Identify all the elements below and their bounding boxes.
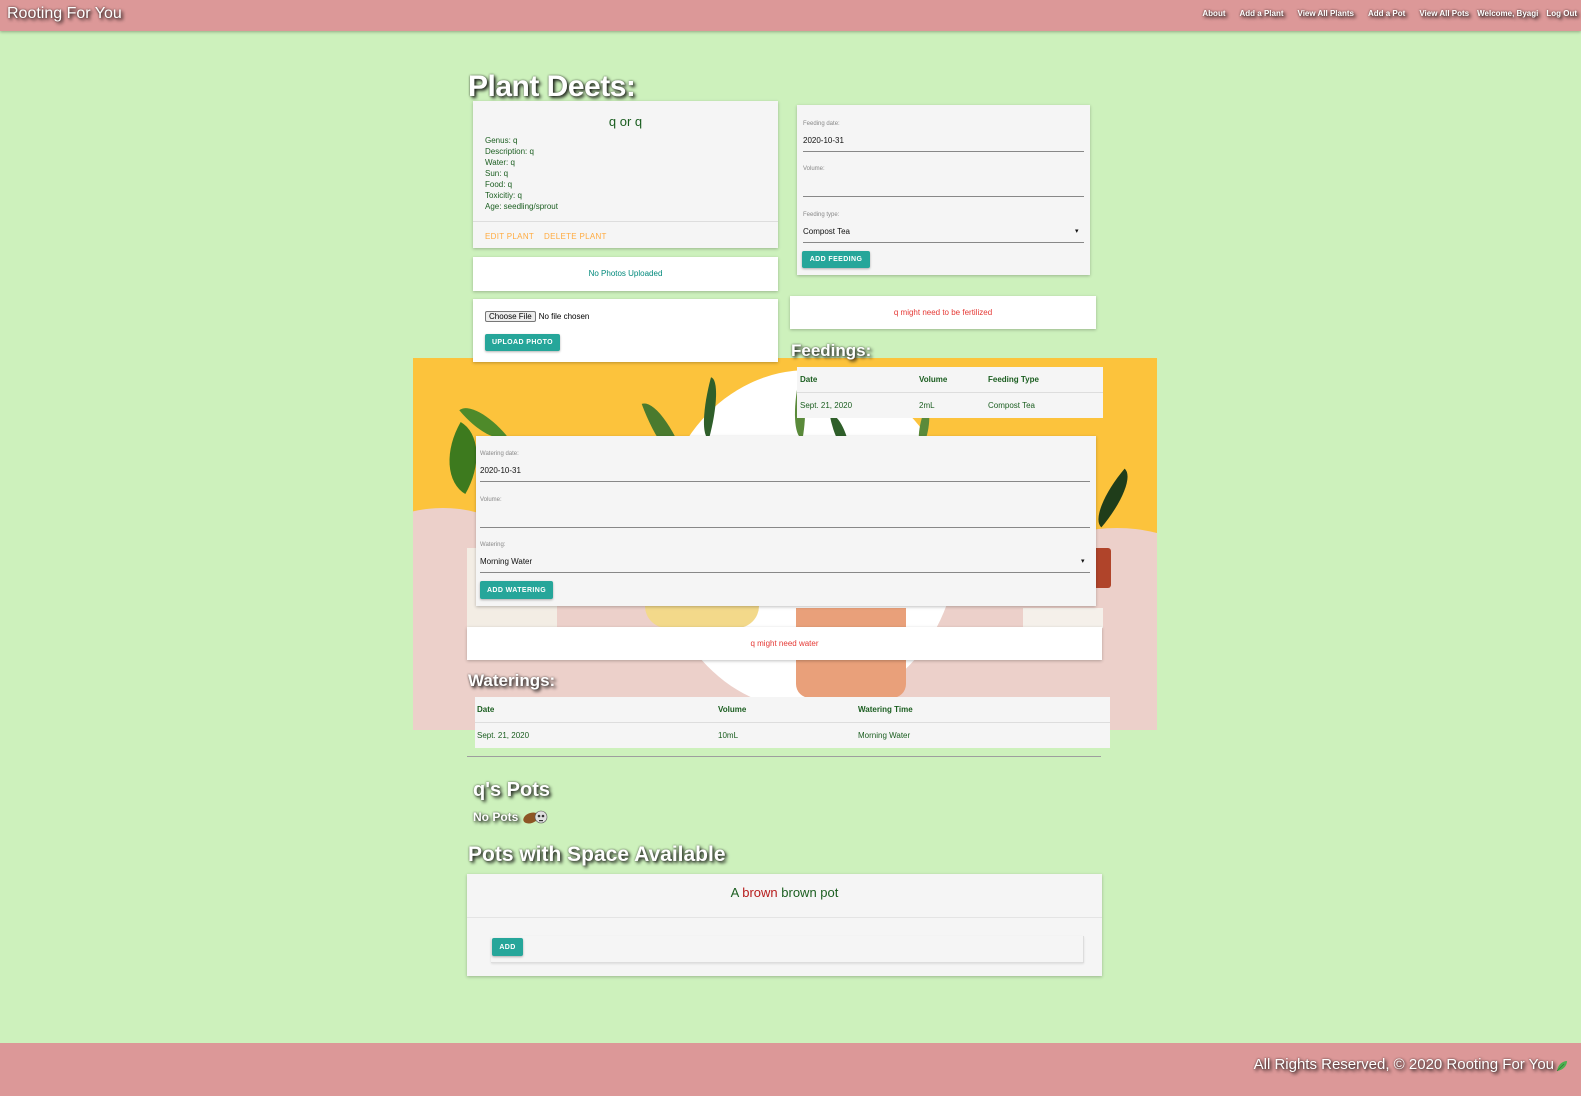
leaf-icon xyxy=(1556,1059,1568,1071)
edit-plant-link[interactable]: EDIT PLANT xyxy=(485,232,534,241)
feeding-volume-cell: 2mL xyxy=(919,401,935,410)
feeding-date-cell: Sept. 21, 2020 xyxy=(800,401,853,410)
feeding-volume-label: Volume: xyxy=(803,166,825,172)
waterings-header-time: Watering Time xyxy=(858,705,913,714)
nav-links: About Add a Plant View All Plants Add a … xyxy=(1188,9,1577,18)
watering-date-label: Watering date: xyxy=(480,451,519,457)
pot-prefix: A xyxy=(730,885,739,900)
pot-label: brown pot xyxy=(781,885,839,900)
watering-form: Watering date: 2020-10-31 Volume: Wateri… xyxy=(476,436,1096,606)
delete-plant-link[interactable]: DELETE PLANT xyxy=(544,232,607,241)
nav-view-pots[interactable]: View All Pots xyxy=(1419,9,1469,18)
footer-text: All Rights Reserved, © 2020 Rooting For … xyxy=(1254,1056,1568,1073)
plant-age: Age: seedling/sprout xyxy=(485,202,558,211)
plant-sun: Sun: q xyxy=(485,169,509,178)
watering-volume-input[interactable] xyxy=(480,512,1090,526)
pots-available-title: Pots with Space Available xyxy=(468,843,726,866)
feeding-form: Feeding date: 2020-10-31 Volume: Feeding… xyxy=(797,105,1090,275)
plant-description: Description: q xyxy=(485,147,534,156)
brand-link[interactable]: Rooting For You xyxy=(7,5,122,23)
navbar: Rooting For You About Add a Plant View A… xyxy=(0,0,1581,31)
nav-about[interactable]: About xyxy=(1202,9,1225,18)
dropdown-caret-icon: ▾ xyxy=(1075,228,1079,235)
plant-toxicity: Toxicitiy: q xyxy=(485,191,522,200)
no-photos-text: No Photos Uploaded xyxy=(588,269,663,278)
feedings-title: Feedings: xyxy=(791,341,872,360)
watering-date-input[interactable]: 2020-10-31 xyxy=(480,466,521,475)
photos-card: No Photos Uploaded xyxy=(473,257,778,291)
plant-water: Water: q xyxy=(485,158,515,167)
plant-details-card: q or q Genus: q Description: q Water: q … xyxy=(473,101,778,248)
page-title: Plant Deets: xyxy=(468,70,636,103)
feeding-type-label: Feeding type: xyxy=(803,212,840,218)
plant-genus: Genus: q xyxy=(485,136,518,145)
feeding-type-cell: Compost Tea xyxy=(988,401,1035,410)
plant-name: q or q xyxy=(608,114,643,129)
plant-pots-title: q's Pots xyxy=(473,779,550,801)
feedings-header-volume: Volume xyxy=(919,375,948,384)
water-notice-text: q might need water xyxy=(750,639,819,648)
nav-add-plant[interactable]: Add a Plant xyxy=(1240,9,1284,18)
plant-actions: EDIT PLANT DELETE PLANT xyxy=(473,221,778,249)
section-divider xyxy=(467,756,1101,757)
pot-color: brown xyxy=(742,885,778,900)
pot-name: A brown brown pot xyxy=(467,885,1102,900)
watering-volume-label: Volume: xyxy=(480,497,502,503)
watering-type-label: Watering: xyxy=(480,542,506,548)
upload-photo-button[interactable]: UPLOAD PHOTO xyxy=(485,334,560,351)
footer-copyright: All Rights Reserved, © 2020 Rooting For … xyxy=(1253,1056,1554,1073)
fertilize-notice: q might need to be fertilized xyxy=(790,296,1096,329)
add-watering-button[interactable]: ADD WATERING xyxy=(480,581,553,599)
choose-file-button[interactable]: Choose File xyxy=(485,311,536,322)
feeding-date-label: Feeding date: xyxy=(803,121,840,127)
watering-volume-cell: 10mL xyxy=(718,731,739,740)
dropdown-caret-icon: ▾ xyxy=(1081,558,1085,565)
add-feeding-button[interactable]: ADD FEEDING xyxy=(802,251,870,268)
feedings-table: Date Volume Feeding Type Sept. 21, 2020 … xyxy=(797,367,1103,418)
add-pot-button[interactable]: ADD xyxy=(492,938,523,956)
nav-view-plants[interactable]: View All Plants xyxy=(1298,9,1354,18)
water-notice: q might need water xyxy=(467,627,1102,660)
feedings-header-type: Feeding Type xyxy=(988,375,1039,384)
sad-pot-icon xyxy=(522,809,548,825)
watering-date-cell: Sept. 21, 2020 xyxy=(477,731,530,740)
feedings-header-date: Date xyxy=(800,375,818,384)
waterings-header-volume: Volume xyxy=(718,705,747,714)
nav-add-pot[interactable]: Add a Pot xyxy=(1368,9,1405,18)
waterings-table: Date Volume Watering Time Sept. 21, 2020… xyxy=(475,697,1110,748)
waterings-title: Waterings: xyxy=(468,671,556,690)
feeding-type-select[interactable]: Compost Tea xyxy=(803,227,850,236)
waterings-header-date: Date xyxy=(477,705,495,714)
nav-welcome: Welcome, Byagi xyxy=(1477,9,1539,18)
plant-food: Food: q xyxy=(485,180,513,189)
watering-type-select[interactable]: Morning Water xyxy=(480,557,532,566)
no-pots-text: No Pots xyxy=(473,810,519,824)
watering-time-cell: Morning Water xyxy=(858,731,911,740)
no-file-text: No file chosen xyxy=(538,312,590,321)
pot-add-row xyxy=(491,936,1084,963)
feeding-volume-input[interactable] xyxy=(803,181,1084,195)
nav-logout[interactable]: Log Out xyxy=(1546,9,1577,18)
fertilize-notice-text: q might need to be fertilized xyxy=(893,308,993,317)
feeding-date-input[interactable]: 2020-10-31 xyxy=(803,136,844,145)
file-input: Choose File No file chosen xyxy=(485,311,589,322)
no-pots-row: No Pots xyxy=(473,809,548,825)
upload-photo-card: Choose File No file chosen UPLOAD PHOTO xyxy=(473,299,778,362)
footer: All Rights Reserved, © 2020 Rooting For … xyxy=(0,1043,1581,1096)
